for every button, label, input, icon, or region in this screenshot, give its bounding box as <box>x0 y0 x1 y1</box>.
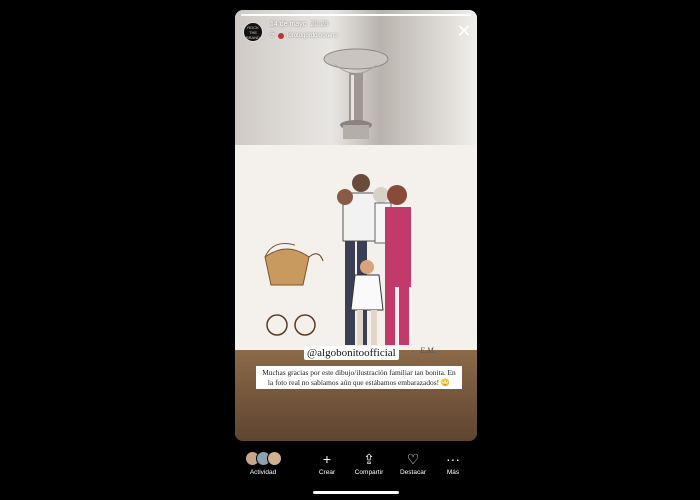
account-avatar-text: ROCK THE BRAND <box>245 24 260 40</box>
account-avatar[interactable]: ROCK THE BRAND <box>243 22 263 42</box>
family-illustration <box>264 174 411 345</box>
activity-label: Actividad <box>249 469 277 476</box>
create-label: Crear <box>318 469 336 476</box>
story-date-label: 14 de mayo <box>270 21 307 28</box>
story-viewer[interactable]: ROCK THE BRAND 14 de mayo 20:28 ⟳ lorotog… <box>235 10 477 441</box>
pram-illustration <box>264 243 324 336</box>
story-progress-fill <box>241 14 471 16</box>
share-icon: ⇪ <box>363 451 375 467</box>
family-figures <box>337 174 411 345</box>
repost-icon: ⟳ <box>270 33 276 39</box>
repost-avatar <box>278 32 285 39</box>
story-date: 14 de mayo 20:28 <box>270 21 328 28</box>
more-button[interactable]: ··· Más <box>429 451 477 476</box>
share-button[interactable]: ⇪ Compartir <box>345 451 393 476</box>
repost-info[interactable]: ⟳ lorotogordomoreno <box>270 32 338 39</box>
plus-icon: + <box>322 451 332 467</box>
activity-button[interactable]: Actividad <box>239 451 287 476</box>
candle-holder-image <box>323 48 389 139</box>
story-bottom-bar: Actividad + Crear ⇪ Compartir ♡ Destacar… <box>235 441 477 500</box>
mention-sticker[interactable]: @algobonitoofficial <box>304 346 399 360</box>
phone-frame: ROCK THE BRAND 14 de mayo 20:28 ⟳ lorotog… <box>235 10 477 500</box>
story-time: 20:28 <box>310 21 329 28</box>
share-label: Compartir <box>354 469 384 476</box>
home-indicator[interactable] <box>313 491 399 494</box>
viewers-avatars-icon <box>239 451 287 467</box>
more-label: Más <box>446 469 460 476</box>
more-icon: ··· <box>446 451 460 467</box>
story-progress-bar <box>241 14 471 16</box>
story-caption: Muchas gracias por este dibujo/ilustraci… <box>256 366 462 389</box>
illustration-paper <box>235 145 477 355</box>
close-icon[interactable]: ✕ <box>455 22 473 40</box>
wooden-shelf <box>235 350 477 441</box>
create-button[interactable]: + Crear <box>303 451 351 476</box>
repost-username: lorotogordomoreno <box>287 32 338 39</box>
artist-signature: E.M. <box>420 346 436 355</box>
